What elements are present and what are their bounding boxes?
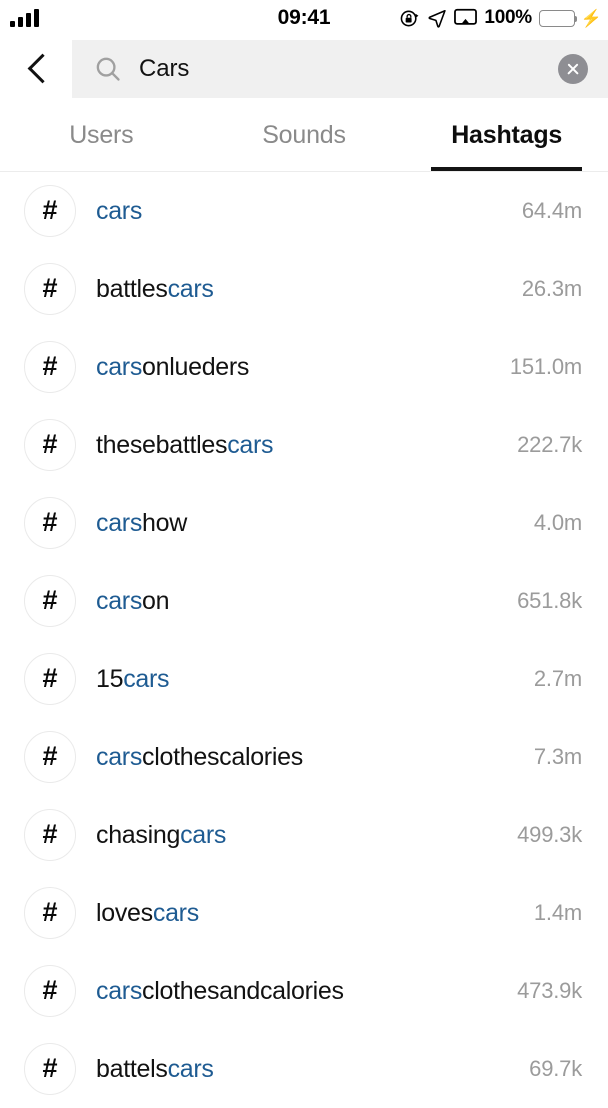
hashtag-view-count: 7.3m [533, 744, 582, 769]
tab-bar: Users Sounds Hashtags [0, 100, 608, 172]
hashtag-view-count: 4.0m [533, 510, 582, 535]
tab-hashtags[interactable]: Hashtags [405, 100, 608, 171]
list-item[interactable]: # carsclothesandcalories 473.9k [0, 952, 608, 1030]
hashtag-view-count: 64.4m [521, 198, 582, 223]
hashtag-icon: # [24, 497, 76, 549]
hashtag-name: carsclothescalories [96, 742, 303, 771]
back-chevron-icon[interactable] [20, 36, 60, 100]
list-item[interactable]: # carsclothescalories 7.3m [0, 718, 608, 796]
hashtag-icon: # [24, 965, 76, 1017]
hashtag-results-list: # cars 64.4m # battlescars 26.3m # carsonlueder… [0, 172, 608, 1108]
hashtag-icon: # [24, 263, 76, 315]
tab-sounds-label: Sounds [262, 121, 346, 149]
lightning-bolt-icon: ⚡ [580, 8, 602, 28]
search-input-value[interactable]: Cars [139, 55, 558, 83]
tab-users[interactable]: Users [0, 100, 203, 171]
list-item[interactable]: # cars 64.4m [0, 172, 608, 250]
hashtag-name: carsonlueders [96, 352, 250, 381]
hashtag-name: lovescars [96, 898, 199, 927]
hashtag-icon: # [24, 575, 76, 627]
hashtag-name: 15cars [96, 664, 170, 693]
hashtag-name: battelscars [96, 1054, 214, 1083]
hashtag-name: thesebattlescars [96, 430, 274, 459]
hashtag-name: carshow [96, 508, 187, 537]
hashtag-name: chasingcars [96, 820, 227, 849]
search-input[interactable]: Cars [72, 40, 608, 98]
list-item[interactable]: # chasingcars 499.3k [0, 796, 608, 874]
hashtag-view-count: 1.4m [533, 900, 582, 925]
hashtag-icon: # [24, 809, 76, 861]
list-item[interactable]: # battlescars 26.3m [0, 250, 608, 328]
status-bar: 09:41 100% ⚡ [0, 0, 608, 36]
hashtag-view-count: 26.3m [521, 276, 582, 301]
tab-sounds[interactable]: Sounds [203, 100, 406, 171]
clear-icon[interactable] [558, 54, 588, 84]
hashtag-icon: # [24, 1043, 76, 1095]
hashtag-name: carson [96, 586, 170, 615]
list-item[interactable]: #15cars 2.7m [0, 640, 608, 718]
list-item[interactable]: # thesebattlescars 222.7k [0, 406, 608, 484]
tab-users-label: Users [69, 121, 134, 149]
list-item[interactable]: # carson 651.8k [0, 562, 608, 640]
hashtag-icon: # [24, 419, 76, 471]
hashtag-view-count: 222.7k [517, 432, 582, 457]
list-item[interactable]: # battelscars 69.7k [0, 1030, 608, 1108]
hashtag-icon: # [24, 341, 76, 393]
hashtag-view-count: 69.7k [529, 1056, 582, 1081]
hashtag-icon: # [24, 653, 76, 705]
list-item[interactable]: # carsonlueders 151.0m [0, 328, 608, 406]
list-item[interactable]: # carshow 4.0m [0, 484, 608, 562]
battery-full-icon [538, 9, 578, 27]
status-bar-right-cluster: 100% ⚡ [399, 6, 602, 30]
search-icon [96, 57, 120, 81]
hashtag-view-count: 151.0m [509, 354, 582, 379]
airplay-screen-icon [454, 8, 478, 25]
list-item[interactable]: # lovescars 1.4m [0, 874, 608, 952]
hashtag-view-count: 499.3k [517, 822, 582, 847]
hashtag-view-count: 473.9k [517, 978, 582, 1003]
hashtag-icon: # [24, 731, 76, 783]
rotation-lock-icon [401, 10, 419, 26]
tab-active-underline [431, 167, 583, 171]
search-bar: Cars [0, 36, 608, 100]
hashtag-view-count: 651.8k [517, 588, 582, 613]
hashtag-icon: # [24, 887, 76, 939]
hashtag-view-count: 2.7m [533, 666, 582, 691]
tab-hashtags-label: Hashtags [451, 121, 563, 149]
hashtag-name: carsclothesandcalories [96, 976, 344, 1005]
location-arrow-icon [428, 9, 447, 28]
hashtag-icon: # [24, 185, 76, 237]
battery-percent-label: 100% [484, 7, 532, 28]
hashtag-name: cars [96, 196, 143, 225]
hashtag-name: battlescars [96, 274, 214, 303]
